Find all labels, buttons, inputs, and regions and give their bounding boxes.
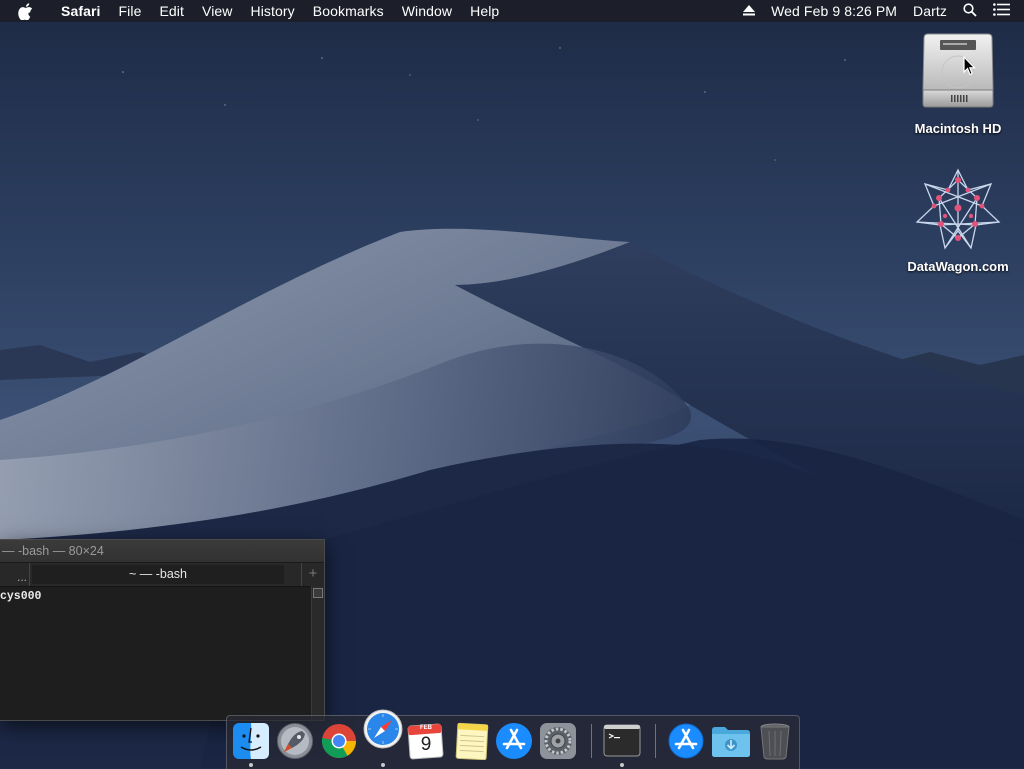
terminal-tab-bar: ... ~ — -bash +: [0, 562, 324, 587]
dock-notes[interactable]: [452, 722, 490, 761]
calendar-day: 9: [420, 734, 432, 755]
app-store-icon: [496, 723, 532, 759]
dock-finder[interactable]: [232, 722, 270, 760]
dock-applications-folder[interactable]: [667, 722, 705, 760]
terminal-scrollbar[interactable]: [311, 586, 324, 720]
apple-menu-icon[interactable]: [18, 2, 38, 20]
menu-window[interactable]: Window: [393, 0, 461, 22]
desktop-icon-macintosh-hd[interactable]: Macintosh HD: [903, 30, 1013, 136]
safari-icon: [363, 709, 403, 749]
tab-overflow-button[interactable]: ...: [0, 563, 30, 586]
menu-view[interactable]: View: [193, 0, 242, 22]
dock-app-store[interactable]: [495, 722, 533, 760]
applications-folder-icon: [668, 723, 704, 759]
terminal-icon: [603, 724, 641, 757]
menu-help[interactable]: Help: [461, 0, 508, 22]
running-indicator: [620, 763, 624, 767]
hard-drive-icon: [922, 33, 994, 108]
dock-chrome[interactable]: [320, 722, 358, 760]
dock-launchpad[interactable]: [276, 722, 314, 760]
menu-app-name[interactable]: Safari: [52, 0, 110, 22]
trash-icon: [760, 723, 790, 760]
running-indicator: [249, 763, 253, 767]
add-tab-button[interactable]: +: [301, 563, 324, 586]
menu-history[interactable]: History: [242, 0, 304, 22]
downloads-folder-icon: [712, 727, 750, 757]
desktop-icon-datawagon[interactable]: DataWagon.com: [903, 168, 1013, 274]
dock: FEB 9: [226, 709, 800, 769]
menu-edit[interactable]: Edit: [150, 0, 193, 22]
dock-terminal[interactable]: [603, 722, 641, 760]
menu-file[interactable]: File: [110, 0, 151, 22]
menubar-user[interactable]: Dartz: [913, 3, 947, 19]
dock-separator: [655, 724, 656, 758]
finder-icon: [233, 723, 269, 759]
calendar-month: FEB: [420, 725, 432, 731]
running-indicator: [381, 763, 385, 767]
dock-safari[interactable]: [363, 709, 403, 749]
terminal-window[interactable]: — -bash — 80×24 ... ~ — -bash + cys000: [0, 539, 325, 721]
mouse-cursor-icon: [963, 56, 976, 76]
dock-calendar[interactable]: FEB 9: [407, 722, 445, 760]
dock-trash[interactable]: [756, 722, 794, 760]
network-star-icon: [915, 168, 1001, 250]
menu-bar: Safari File Edit View History Bookmarks …: [0, 0, 1024, 22]
system-preferences-icon: [540, 723, 576, 759]
desktop-icon-label: Macintosh HD: [914, 121, 1002, 136]
terminal-title[interactable]: — -bash — 80×24: [0, 540, 324, 562]
chrome-icon: [321, 724, 356, 758]
dock-downloads-folder[interactable]: [711, 722, 750, 760]
terminal-output[interactable]: cys000: [0, 586, 312, 720]
menu-bookmarks[interactable]: Bookmarks: [304, 0, 393, 22]
menubar-clock[interactable]: Wed Feb 9 8:26 PM: [771, 3, 897, 19]
notification-center-icon[interactable]: [993, 3, 1010, 19]
desktop-icon-label: DataWagon.com: [907, 259, 1009, 274]
spotlight-search-icon[interactable]: [963, 2, 977, 20]
eject-icon[interactable]: [743, 3, 756, 19]
dock-system-preferences[interactable]: [539, 722, 577, 760]
terminal-tab-active[interactable]: ~ — -bash: [32, 565, 284, 584]
launchpad-icon: [277, 723, 313, 759]
notes-icon: [455, 722, 489, 761]
scroll-marks-icon[interactable]: [313, 588, 323, 598]
dock-separator: [591, 724, 592, 758]
